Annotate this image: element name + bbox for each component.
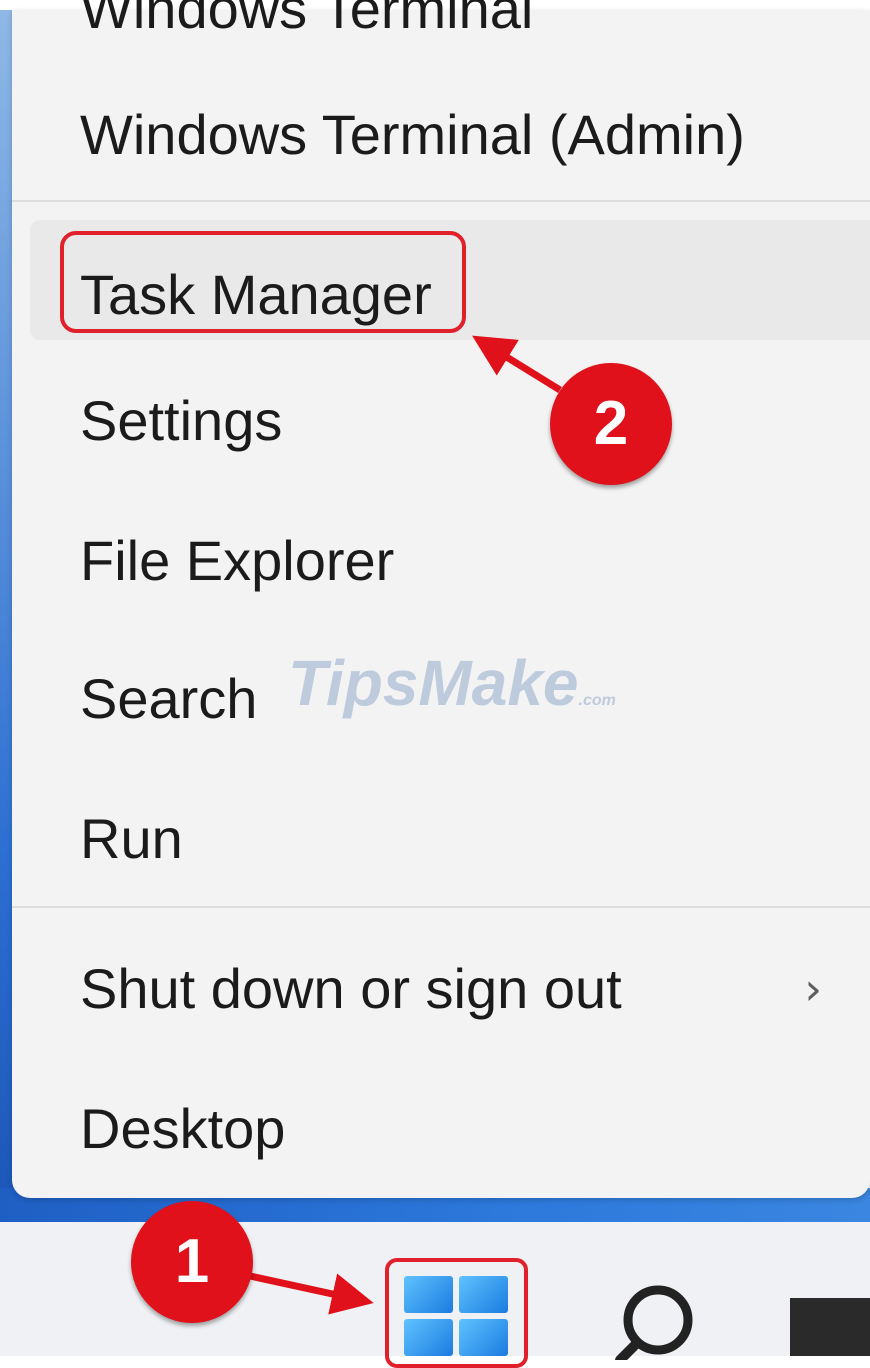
annotation-arrows xyxy=(249,335,562,1315)
step-1-badge: 1 xyxy=(131,1201,253,1323)
arrow-step-1 xyxy=(249,1272,374,1315)
arrow-step-2 xyxy=(472,335,562,393)
step-2-badge: 2 xyxy=(550,363,672,485)
